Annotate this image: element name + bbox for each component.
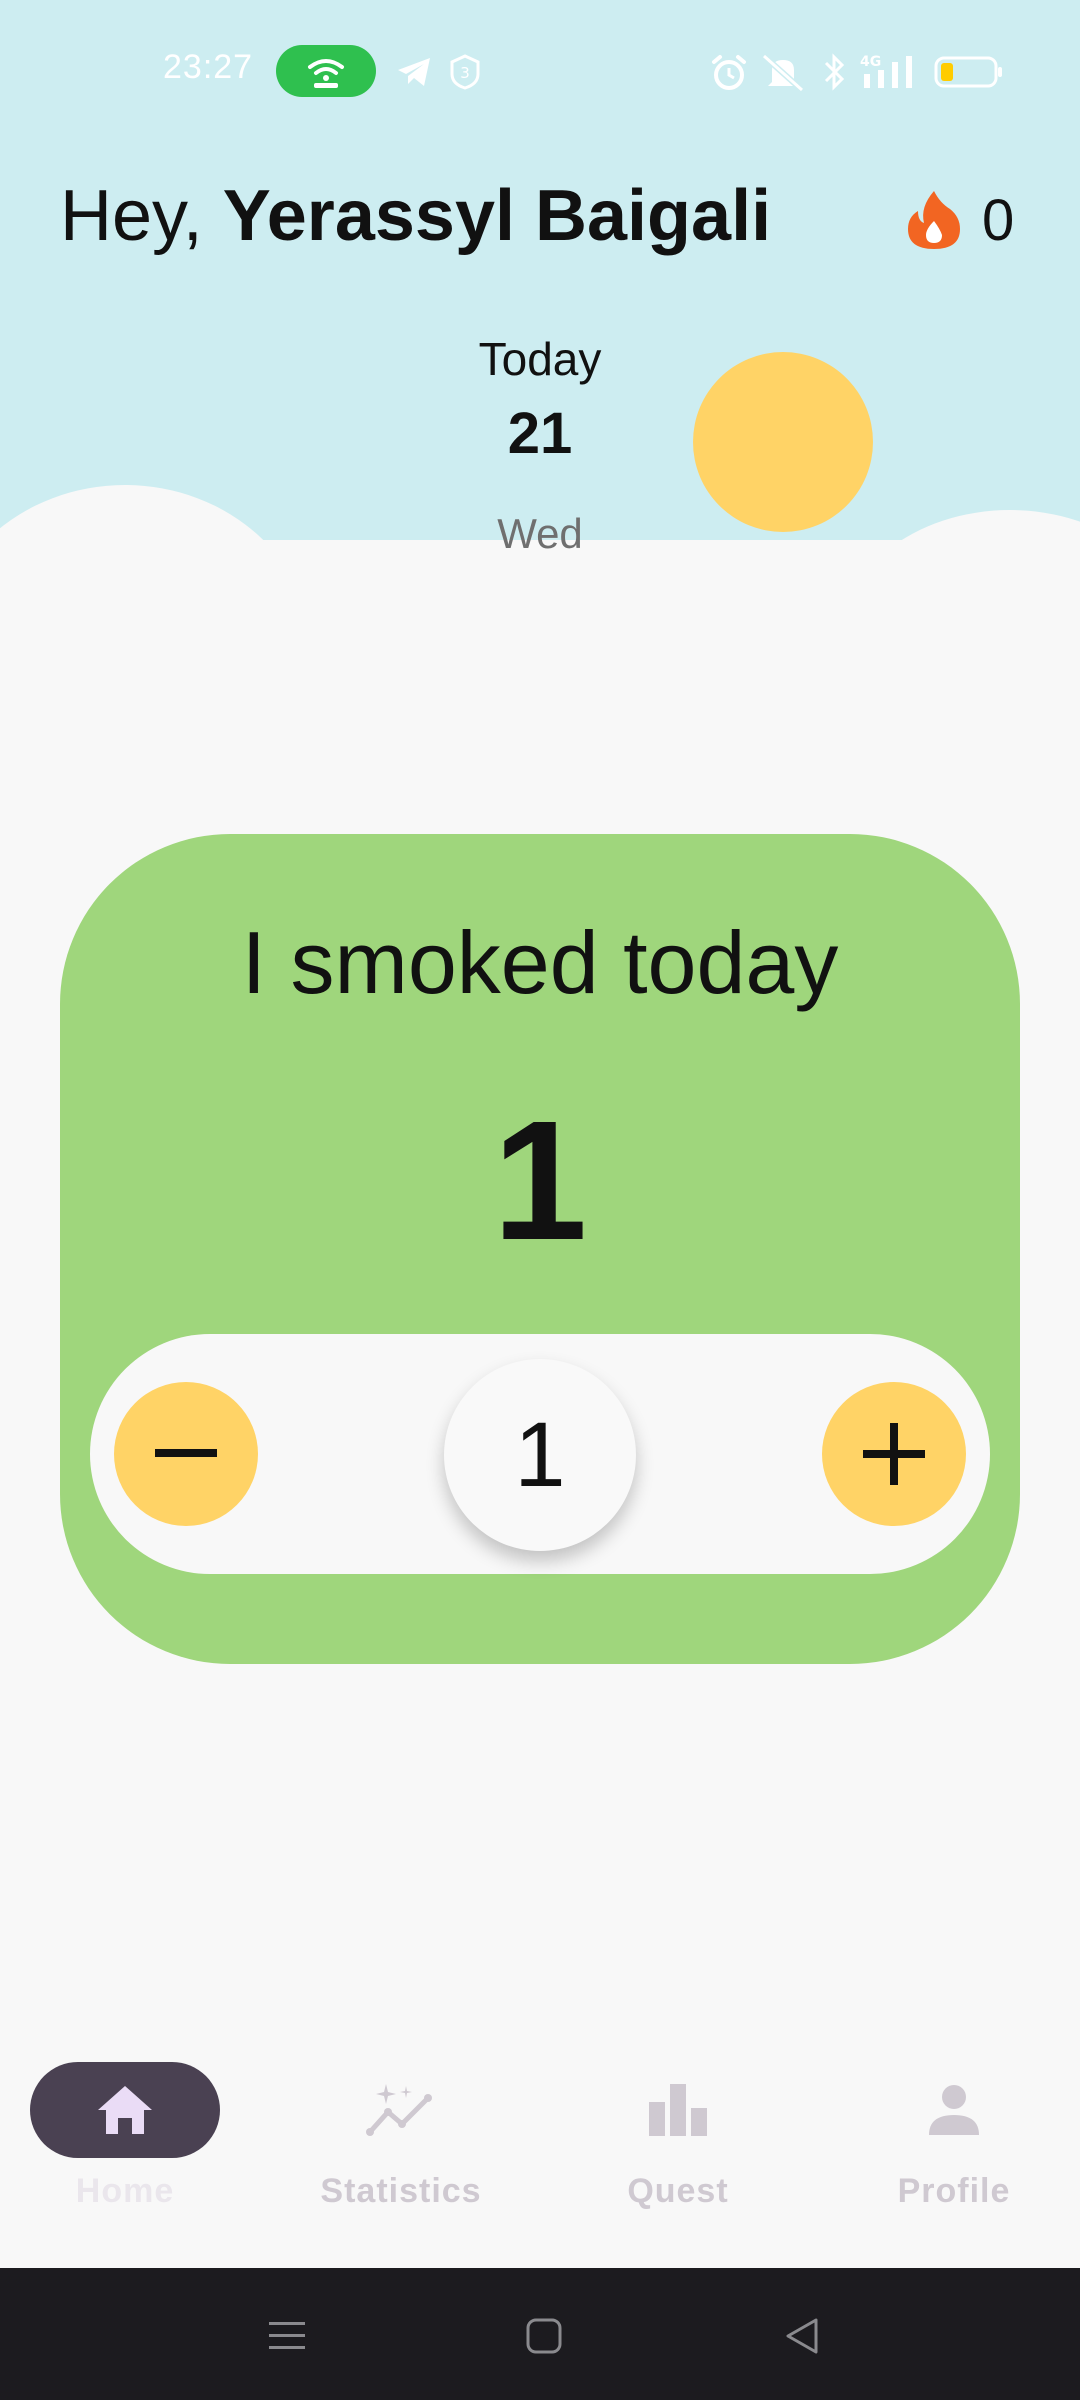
notification-count-icon: 3 (450, 54, 480, 90)
nav-label-statistics: Statistics (320, 2172, 482, 2210)
nav-label-quest: Quest (627, 2172, 729, 2210)
telegram-icon (398, 58, 430, 86)
user-name: Yerassyl Baigali (222, 176, 772, 256)
bar-chart-icon (649, 2084, 707, 2136)
system-back-button[interactable] (772, 2308, 832, 2364)
smoked-card: I smoked today 1 1 (60, 834, 1020, 1664)
alarm-icon (712, 55, 746, 90)
system-home-button[interactable] (514, 2308, 574, 2364)
date-day: 21 (507, 401, 573, 466)
sun-decoration (693, 352, 873, 532)
greeting-prefix: Hey, (60, 176, 223, 256)
bottom-nav: Home Statistics Quest Profile (0, 2020, 1080, 2270)
nav-item-statistics[interactable]: Statistics (281, 2062, 521, 2242)
nav-pill-home (30, 2062, 220, 2158)
bluetooth-icon (824, 53, 845, 91)
nav-label-home: Home (75, 2172, 175, 2210)
nav-item-profile[interactable]: Profile (834, 2062, 1074, 2242)
streak-count: 0 (982, 187, 1015, 253)
nav-item-quest[interactable]: Quest (558, 2062, 798, 2242)
hotspot-icon (308, 59, 344, 88)
streak-counter[interactable]: 0 (906, 185, 1014, 255)
nav-item-home[interactable]: Home (5, 2062, 245, 2242)
increment-button[interactable] (822, 1382, 966, 1526)
quantity-stepper: 1 (90, 1334, 990, 1574)
home-square-icon (526, 2318, 562, 2354)
signal-4g-icon: 4G (860, 54, 912, 88)
nav-pill-profile (859, 2062, 1049, 2158)
mute-icon (761, 54, 805, 92)
person-icon (929, 2085, 979, 2135)
decrement-button[interactable] (114, 1382, 258, 1526)
status-time: 23:27 (163, 48, 254, 86)
smoked-count: 1 (492, 1086, 588, 1276)
battery-low-icon (934, 56, 1002, 88)
menu-icon (269, 2322, 305, 2349)
statistics-icon (366, 2084, 432, 2136)
minus-icon (155, 1449, 217, 1457)
status-bar: 23:27 3 4G (0, 0, 1080, 140)
card-title: I smoked today (241, 913, 839, 1012)
plus-icon (863, 1423, 925, 1485)
date-weekday: Wed (497, 510, 583, 557)
nav-pill-statistics (306, 2062, 496, 2158)
system-nav-bar (0, 2268, 1080, 2400)
system-menu-button[interactable] (257, 2308, 317, 2364)
nav-label-profile: Profile (897, 2172, 1011, 2210)
greeting: Hey, Yerassyl Baigali (60, 175, 771, 257)
fire-icon (908, 191, 960, 249)
date-label: Today (478, 333, 602, 385)
stepper-value[interactable]: 1 (444, 1359, 636, 1551)
nav-pill-quest (583, 2062, 773, 2158)
svg-text:3: 3 (460, 64, 470, 82)
svg-text:4G: 4G (860, 54, 881, 70)
back-icon (786, 2318, 818, 2354)
home-icon (98, 2086, 152, 2134)
hotspot-pill (276, 45, 376, 97)
